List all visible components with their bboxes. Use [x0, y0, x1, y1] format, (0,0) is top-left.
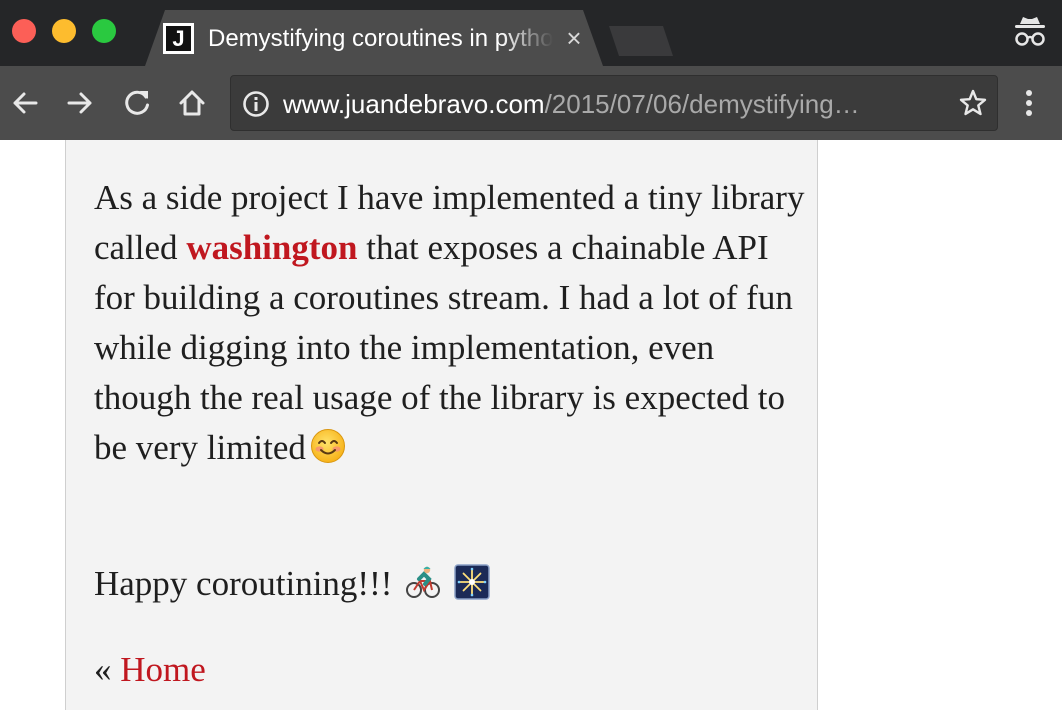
address-bar[interactable]: www.juandebravo.com/2015/07/06/demystify… — [230, 75, 998, 131]
bookmark-star-icon[interactable] — [958, 88, 988, 118]
kebab-menu-icon[interactable] — [1018, 88, 1040, 118]
article-paragraph: Happy coroutining!!! — [94, 559, 814, 609]
favicon-letter: J — [166, 26, 191, 51]
info-icon[interactable] — [241, 89, 271, 119]
url-path: /2015/07/06/demystifying… — [544, 89, 860, 119]
cyclist-emoji — [406, 566, 441, 598]
window-maximize-button[interactable] — [92, 19, 116, 43]
forward-arrow-icon[interactable] — [65, 88, 95, 118]
washington-library-link[interactable]: washington — [186, 228, 357, 267]
window-close-button[interactable] — [12, 19, 36, 43]
home-link[interactable]: Home — [120, 650, 206, 689]
home-prefix: « — [94, 650, 121, 689]
home-icon[interactable] — [177, 88, 207, 118]
back-arrow-icon[interactable] — [10, 88, 40, 118]
url-host: www.juandebravo.com — [283, 89, 545, 119]
new-tab-button[interactable] — [609, 26, 673, 56]
reload-icon[interactable] — [122, 88, 152, 118]
page-viewport[interactable]: As a side project I have implemented a t… — [0, 140, 1062, 710]
site-favicon-icon: J — [163, 23, 194, 54]
tab-close-button[interactable]: × — [563, 23, 585, 53]
browser-toolbar: www.juandebravo.com/2015/07/06/demystify… — [0, 66, 1062, 140]
active-tab[interactable]: J Demystifying coroutines in python × — [145, 10, 603, 66]
closing-text: Happy coroutining!!! — [94, 564, 393, 603]
tab-strip: J Demystifying coroutines in python × — [0, 0, 1062, 66]
tab-title: Demystifying coroutines in python — [208, 25, 553, 52]
smiling-face-emoji — [310, 429, 345, 463]
url-text[interactable]: www.juandebravo.com/2015/07/06/demystify… — [283, 88, 951, 120]
article-paragraph: As a side project I have implemented a t… — [94, 173, 814, 473]
window-minimize-button[interactable] — [52, 19, 76, 43]
article-body: As a side project I have implemented a t… — [65, 140, 818, 710]
fireworks-emoji — [454, 564, 490, 600]
home-nav: « Home — [94, 645, 814, 695]
incognito-icon — [1015, 17, 1045, 46]
